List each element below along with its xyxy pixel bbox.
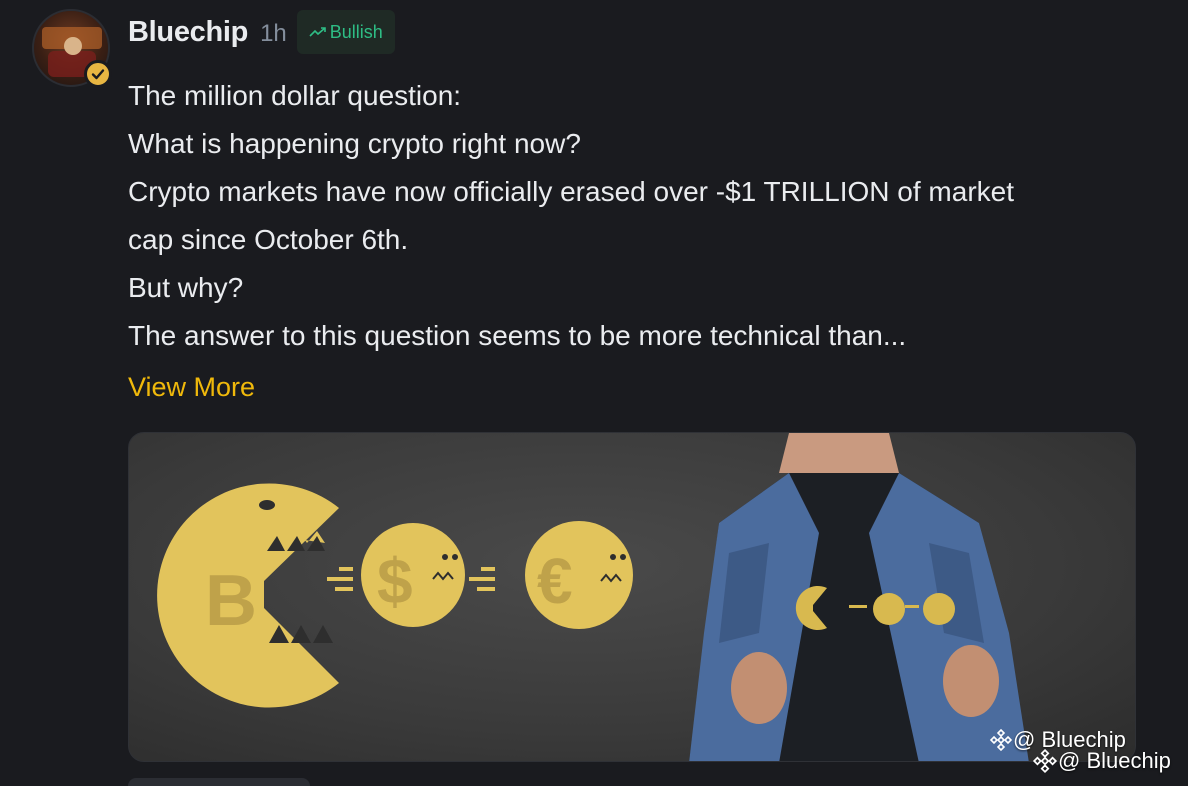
post-text-line: What is happening crypto right now? — [128, 128, 581, 159]
post-image[interactable]: B $ € @ Bluechip — [128, 432, 1136, 762]
post-header: Bluechip 1h Bullish — [128, 10, 395, 54]
crypto-illustration: B $ € — [157, 433, 1029, 761]
watermark-text: @ Bluechip — [1058, 748, 1171, 773]
svg-text:B: B — [205, 561, 257, 641]
person-tshirt-illustration — [689, 433, 1029, 761]
view-more-link[interactable]: View More — [128, 372, 255, 403]
post-text-line: But why? — [128, 272, 244, 303]
post-content: The million dollar question: What is hap… — [128, 72, 1148, 360]
dollar-coin-icon: $ — [361, 523, 495, 627]
post-text-line: Crypto markets have now officially erase… — [128, 176, 1014, 207]
euro-coin-icon: € — [525, 521, 633, 629]
verified-badge-icon — [84, 60, 112, 88]
bitcoin-chomper-icon: B — [157, 483, 353, 708]
post-text-line: The answer to this question seems to be … — [128, 320, 907, 351]
action-bar-placeholder[interactable] — [128, 778, 310, 786]
sentiment-label: Bullish — [329, 21, 383, 42]
author-name[interactable]: Bluechip — [128, 16, 248, 49]
feed-post: Bluechip 1h Bullish The million dollar q… — [0, 0, 1188, 786]
binance-logo-icon — [989, 728, 1013, 752]
binance-logo-icon — [1032, 748, 1058, 774]
trend-up-icon — [309, 27, 326, 37]
post-time: 1h — [260, 20, 287, 47]
page-watermark: @ Bluechip — [1032, 748, 1171, 774]
post-text-line: The million dollar question: — [128, 80, 462, 111]
svg-text:$: $ — [377, 545, 413, 617]
svg-text:€: € — [537, 545, 573, 617]
post-text-line: cap since October 6th. — [128, 224, 409, 255]
sentiment-badge: Bullish — [296, 10, 395, 54]
